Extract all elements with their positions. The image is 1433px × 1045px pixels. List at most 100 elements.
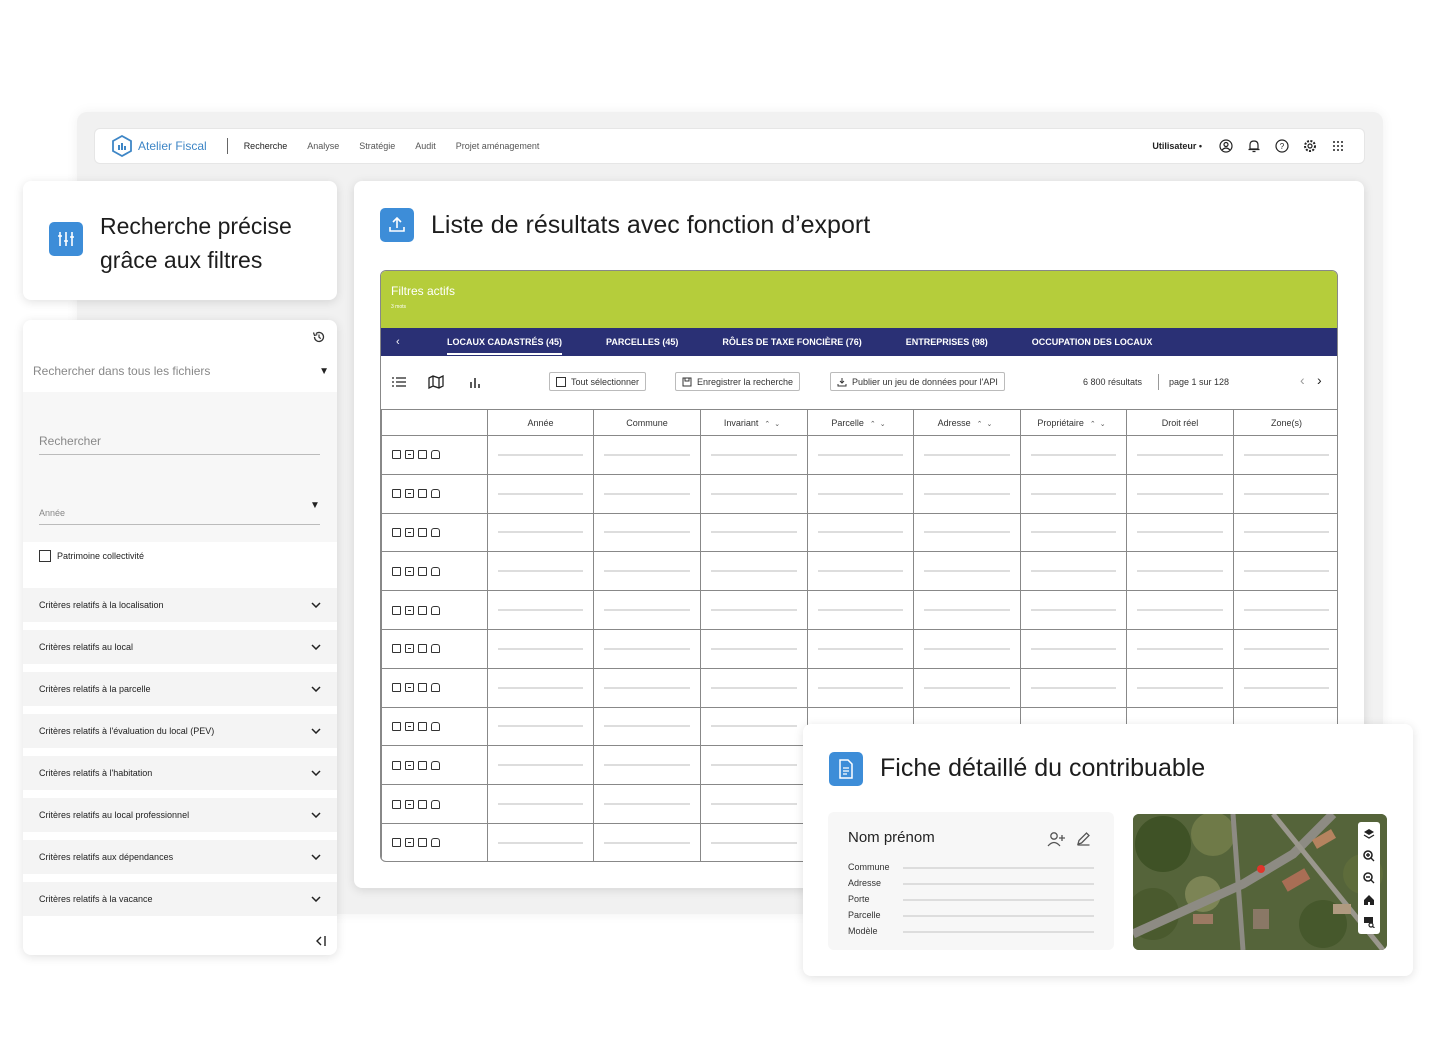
col-invariant[interactable]: Invariant ⌃⌄ (700, 409, 808, 436)
bell-icon[interactable] (1246, 138, 1262, 154)
table-row[interactable] (381, 628, 1337, 669)
tab-occupation-locaux[interactable]: OCCUPATION DES LOCAUX (1032, 337, 1153, 347)
nav-audit[interactable]: Audit (415, 141, 436, 151)
row-checkbox[interactable] (392, 450, 401, 460)
row-edit-icon[interactable] (418, 838, 427, 848)
row-expand-icon[interactable] (405, 489, 414, 499)
row-lock-icon[interactable] (431, 527, 440, 537)
account-icon[interactable] (1218, 138, 1234, 154)
nav-strategie[interactable]: Stratégie (359, 141, 395, 151)
criteria-pev[interactable]: Critères relatifs à l'évaluation du loca… (23, 714, 337, 748)
collapse-panel-icon[interactable] (314, 934, 328, 953)
row-checkbox[interactable] (392, 683, 401, 693)
row-checkbox[interactable] (392, 760, 401, 770)
map-search-icon[interactable] (1360, 913, 1378, 931)
satellite-map[interactable] (1133, 814, 1387, 950)
table-row[interactable] (381, 435, 1337, 475)
year-caret-down-icon[interactable]: ▼ (310, 500, 320, 511)
row-lock-icon[interactable] (431, 450, 440, 460)
layers-icon[interactable] (1360, 825, 1378, 843)
edit-pencil-icon[interactable] (1076, 831, 1091, 851)
row-edit-icon[interactable] (418, 489, 427, 499)
row-checkbox[interactable] (392, 799, 401, 809)
map-view-icon[interactable] (428, 374, 444, 390)
table-row[interactable] (381, 512, 1337, 553)
row-expand-icon[interactable] (405, 566, 414, 576)
tab-roles-taxe-fonciere[interactable]: RÔLES DE TAXE FONCIÈRE (76) (722, 337, 861, 347)
row-lock-icon[interactable] (431, 760, 440, 770)
app-logo[interactable]: Atelier Fiscal (112, 135, 207, 157)
publish-api-button[interactable]: Publier un jeu de données pour l'API (830, 372, 1005, 391)
criteria-vacance[interactable]: Critères relatifs à la vacance (23, 882, 337, 916)
nav-recherche[interactable]: Recherche (244, 141, 288, 151)
row-checkbox[interactable] (392, 566, 401, 576)
nav-analyse[interactable]: Analyse (307, 141, 339, 151)
select-all-button[interactable]: Tout sélectionner (549, 372, 647, 391)
row-lock-icon[interactable] (431, 566, 440, 576)
user-menu[interactable]: Utilisateur • (1152, 141, 1202, 151)
history-icon[interactable] (311, 329, 327, 345)
row-expand-icon[interactable] (405, 799, 414, 809)
row-edit-icon[interactable] (418, 721, 427, 731)
table-row[interactable] (381, 590, 1337, 630)
row-checkbox[interactable] (392, 605, 401, 615)
criteria-local[interactable]: Critères relatifs au local (23, 630, 337, 664)
col-commune[interactable]: Commune (593, 409, 701, 436)
row-edit-icon[interactable] (418, 683, 427, 693)
row-expand-icon[interactable] (405, 838, 414, 848)
row-edit-icon[interactable] (418, 527, 427, 537)
row-lock-icon[interactable] (431, 683, 440, 693)
table-row[interactable] (381, 551, 1337, 592)
nav-projet-amenagement[interactable]: Projet aménagement (456, 141, 540, 151)
col-adresse[interactable]: Adresse ⌃⌄ (913, 409, 1021, 436)
col-droit-reel[interactable]: Droit réel (1126, 409, 1234, 436)
search-input[interactable]: Rechercher (39, 434, 101, 448)
row-edit-icon[interactable] (418, 760, 427, 770)
row-checkbox[interactable] (392, 838, 401, 848)
row-expand-icon[interactable] (405, 605, 414, 615)
home-icon[interactable] (1360, 891, 1378, 909)
tab-parcelles[interactable]: PARCELLES (45) (606, 337, 678, 347)
criteria-localisation[interactable]: Critères relatifs à la localisation (23, 588, 337, 622)
row-lock-icon[interactable] (431, 721, 440, 731)
sort-arrows-icon[interactable]: ⌃⌄ (1090, 421, 1110, 428)
sort-arrows-icon[interactable]: ⌃⌄ (764, 421, 784, 428)
active-filters-bar[interactable]: Filtres actifs 3 mots (381, 271, 1337, 328)
tab-locaux-cadastres[interactable]: LOCAUX CADASTRÉS (45) (447, 337, 563, 355)
row-expand-icon[interactable] (405, 683, 414, 693)
row-edit-icon[interactable] (418, 450, 427, 460)
criteria-dependances[interactable]: Critères relatifs aux dépendances (23, 840, 337, 874)
criteria-parcelle[interactable]: Critères relatifs à la parcelle (23, 672, 337, 706)
apps-grid-icon[interactable] (1330, 138, 1346, 154)
col-annee[interactable]: Année (487, 409, 594, 436)
table-row[interactable] (381, 473, 1337, 514)
sort-arrows-icon[interactable]: ⌃⌄ (870, 421, 890, 428)
search-all-files-select[interactable]: Rechercher dans tous les fichiers ▼ (33, 364, 329, 378)
col-zones[interactable]: Zone(s) (1233, 409, 1337, 436)
row-expand-icon[interactable] (405, 527, 414, 537)
row-edit-icon[interactable] (418, 605, 427, 615)
prev-page-icon[interactable]: ‹ (1300, 372, 1305, 388)
row-expand-icon[interactable] (405, 760, 414, 770)
col-parcelle[interactable]: Parcelle ⌃⌄ (807, 409, 914, 436)
settings-gear-icon[interactable] (1302, 138, 1318, 154)
row-expand-icon[interactable] (405, 721, 414, 731)
row-expand-icon[interactable] (405, 644, 414, 654)
zoom-out-icon[interactable] (1360, 869, 1378, 887)
row-lock-icon[interactable] (431, 838, 440, 848)
add-person-icon[interactable] (1047, 831, 1065, 852)
row-edit-icon[interactable] (418, 799, 427, 809)
patrimoine-checkbox-row[interactable]: Patrimoine collectivité (39, 550, 144, 562)
row-checkbox[interactable] (392, 721, 401, 731)
sort-arrows-icon[interactable]: ⌃⌄ (977, 421, 997, 428)
criteria-local-professionnel[interactable]: Critères relatifs au local professionnel (23, 798, 337, 832)
year-select[interactable]: Année (39, 508, 65, 518)
row-lock-icon[interactable] (431, 605, 440, 615)
save-search-button[interactable]: Enregistrer la recherche (675, 372, 801, 391)
patrimoine-checkbox[interactable] (39, 550, 51, 562)
row-checkbox[interactable] (392, 527, 401, 537)
col-proprietaire[interactable]: Propriétaire ⌃⌄ (1020, 409, 1127, 436)
row-expand-icon[interactable] (405, 450, 414, 460)
table-row[interactable] (381, 667, 1337, 708)
tab-entreprises[interactable]: ENTREPRISES (98) (906, 337, 988, 347)
